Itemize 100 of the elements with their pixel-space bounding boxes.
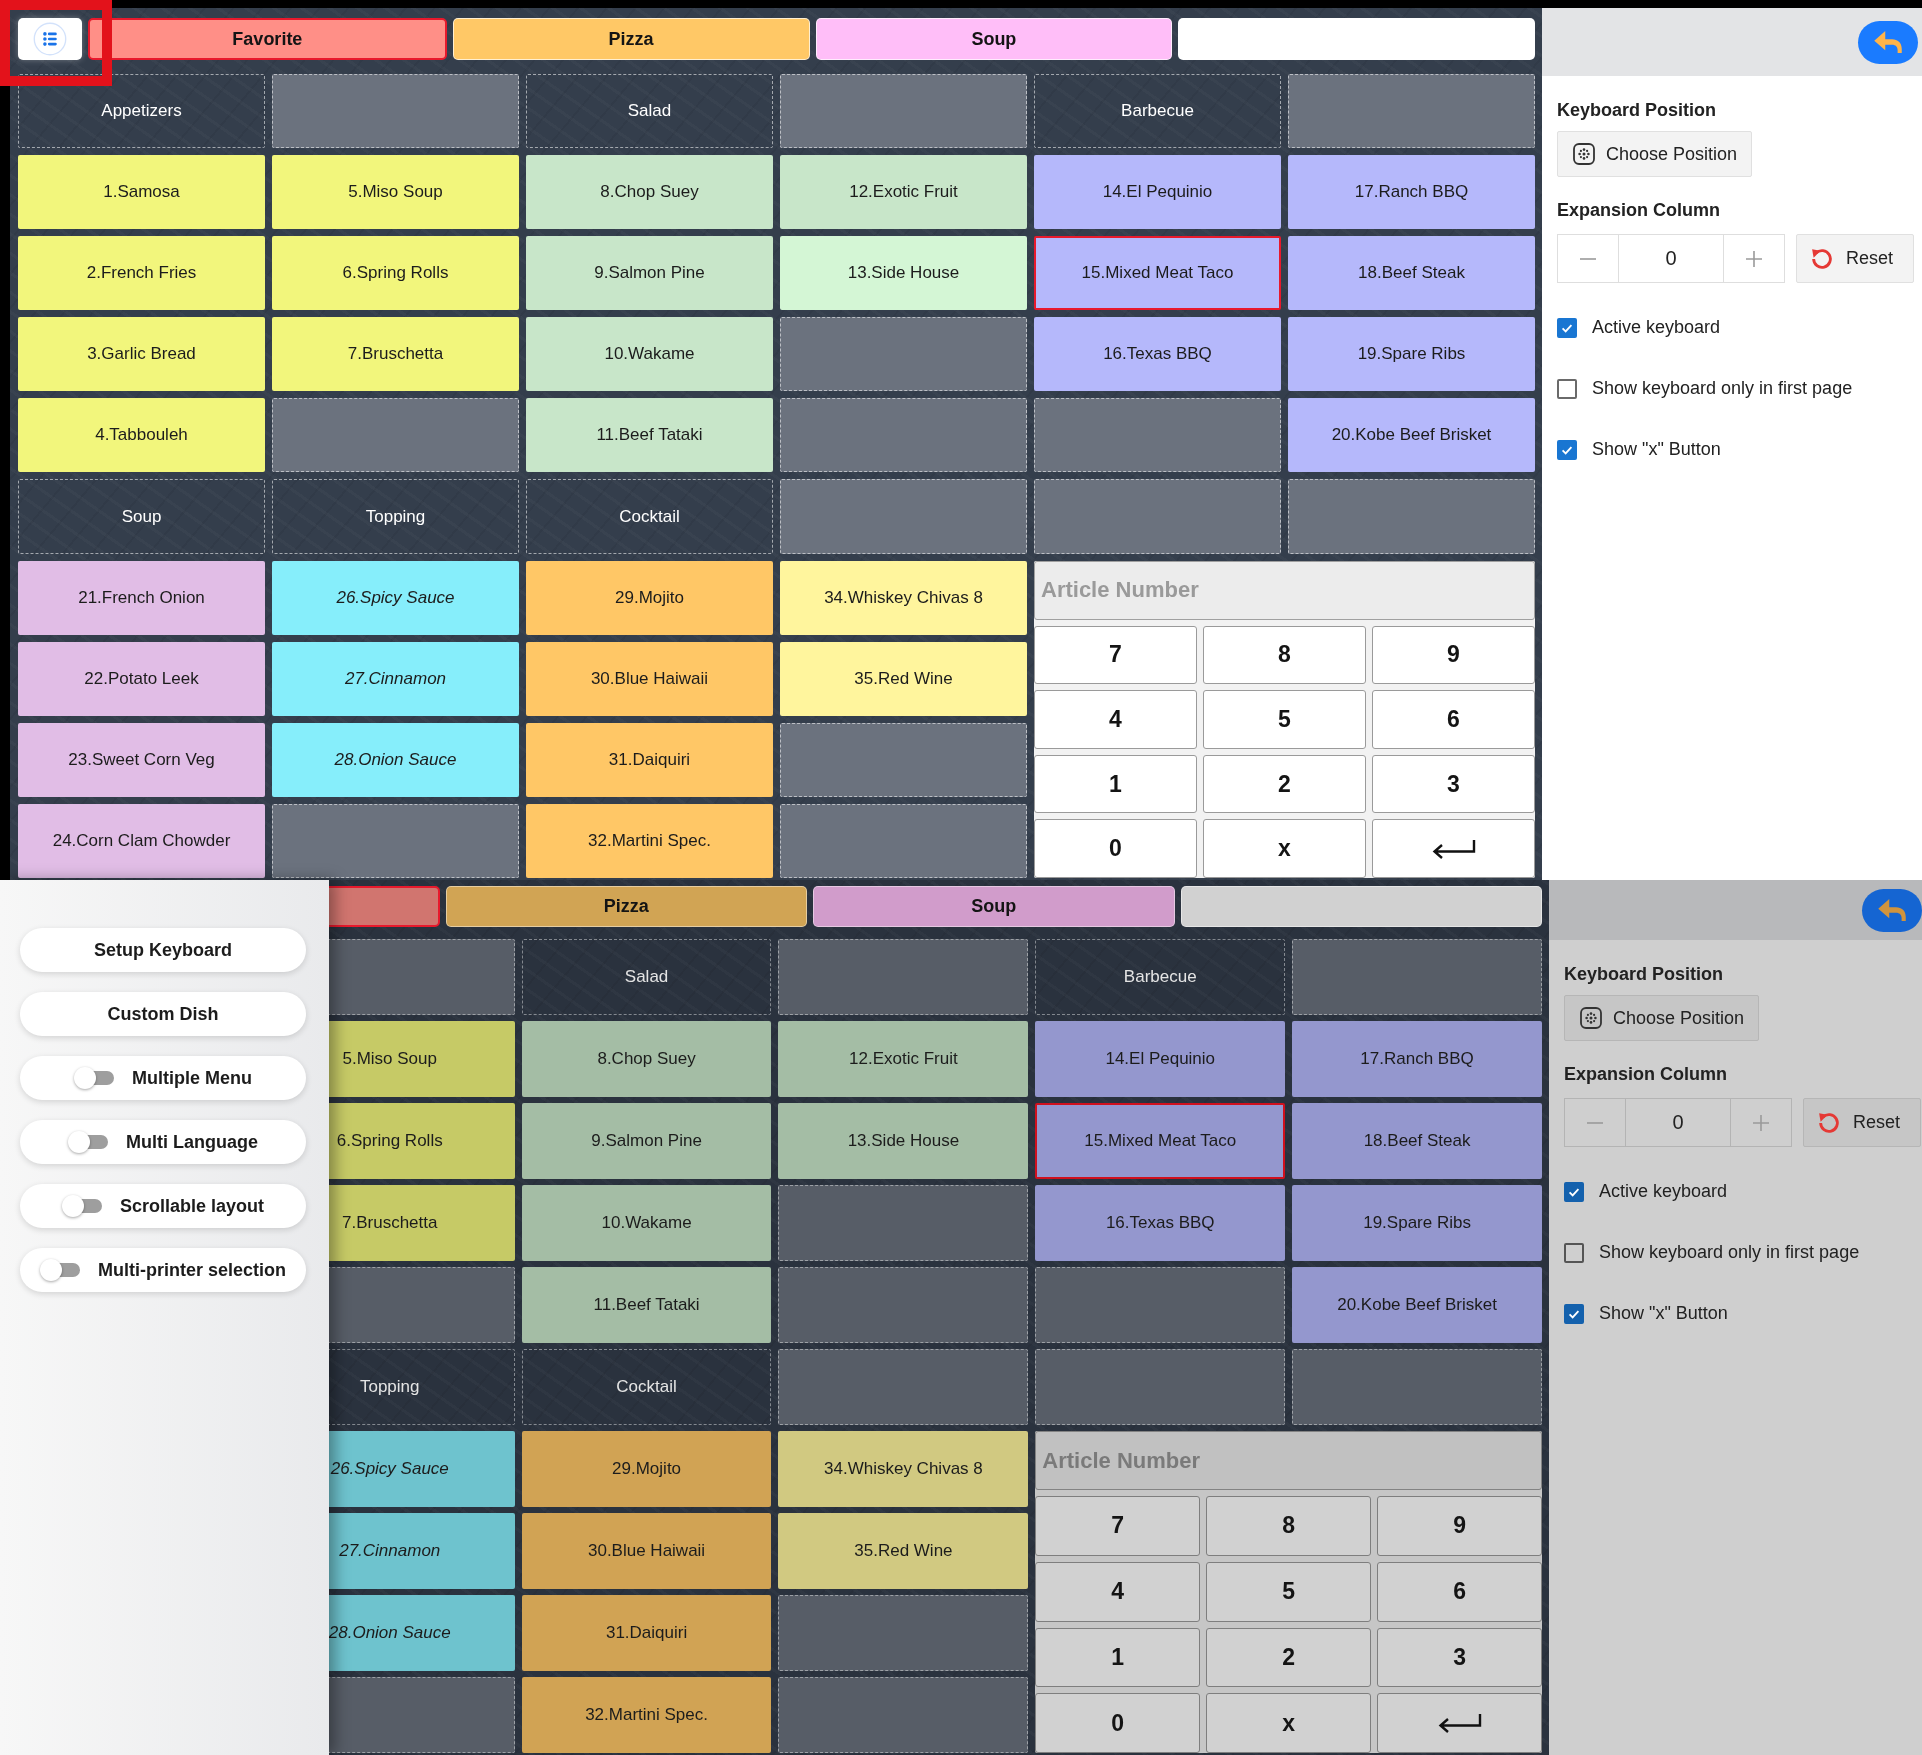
drawer-menu-item[interactable]: Multi-printer selection xyxy=(20,1248,306,1292)
dish-button[interactable]: 21.French Onion xyxy=(18,560,265,635)
dish-button[interactable]: 20.Kobe Beef Brisket xyxy=(1292,1267,1542,1343)
dish-button[interactable]: 30.Blue Haiwaii xyxy=(521,1513,772,1589)
category-header[interactable]: Cocktail xyxy=(521,1349,772,1425)
drawer-menu-item[interactable]: Multi Language xyxy=(20,1120,306,1164)
dish-button[interactable]: 18.Beef Steak xyxy=(1292,1103,1542,1179)
dish-button[interactable]: 7.Bruschetta xyxy=(272,317,519,392)
category-header[interactable]: Salad xyxy=(526,74,773,149)
reset-button[interactable]: Reset xyxy=(1796,234,1914,283)
dish-button[interactable]: 20.Kobe Beef Brisket xyxy=(1288,398,1535,473)
dish-button[interactable]: 17.Ranch BBQ xyxy=(1292,1021,1542,1097)
dish-button[interactable]: 6.Spring Rolls xyxy=(272,236,519,311)
checkbox[interactable] xyxy=(1557,378,1577,399)
dish-button[interactable]: 34.Whiskey Chivas 8 xyxy=(778,1431,1029,1507)
dish-button[interactable]: 15.Mixed Meat Taco xyxy=(1035,1103,1286,1179)
keypad-key[interactable]: 9 xyxy=(1377,1496,1542,1556)
category-tab[interactable]: Favorite xyxy=(88,18,447,60)
dish-button[interactable]: 9.Salmon Pine xyxy=(521,1103,772,1179)
dish-button[interactable]: 29.Mojito xyxy=(526,560,773,635)
drawer-menu-item[interactable]: Setup Keyboard xyxy=(20,928,306,972)
dish-button[interactable]: 19.Spare Ribs xyxy=(1288,317,1535,392)
keypad-key[interactable]: 8 xyxy=(1206,1496,1372,1556)
dish-button[interactable]: 24.Corn Clam Chowder xyxy=(18,803,265,878)
checkbox[interactable] xyxy=(1564,1303,1584,1324)
dish-button[interactable]: 16.Texas BBQ xyxy=(1034,317,1281,392)
dish-button[interactable]: 5.Miso Soup xyxy=(272,155,519,230)
dish-button[interactable]: 35.Red Wine xyxy=(778,1513,1029,1589)
dish-button[interactable]: 14.El Pequinio xyxy=(1035,1021,1286,1097)
keypad-key[interactable]: 3 xyxy=(1377,1627,1542,1688)
dish-button[interactable]: 32.Martini Spec. xyxy=(521,1677,772,1753)
back-button[interactable] xyxy=(1862,888,1922,932)
category-header[interactable]: Barbecue xyxy=(1035,939,1286,1015)
back-button[interactable] xyxy=(1858,20,1918,64)
toggle-switch[interactable] xyxy=(74,1067,114,1089)
dish-button[interactable]: 9.Salmon Pine xyxy=(526,236,773,311)
dish-button[interactable]: 11.Beef Tataki xyxy=(526,398,773,473)
keypad-key[interactable]: 3 xyxy=(1372,754,1535,814)
number-stepper[interactable]: 0 xyxy=(1557,234,1785,283)
dish-button[interactable]: 17.Ranch BBQ xyxy=(1288,155,1535,230)
keypad-key[interactable]: 0 xyxy=(1034,819,1197,878)
category-header[interactable]: Topping xyxy=(272,479,519,554)
keypad-key[interactable]: x xyxy=(1203,819,1366,878)
keypad-key[interactable]: x xyxy=(1206,1693,1372,1753)
choose-position-button[interactable]: Choose Position xyxy=(1564,995,1760,1041)
category-header[interactable]: Salad xyxy=(521,939,772,1015)
dish-button[interactable]: 16.Texas BBQ xyxy=(1035,1185,1286,1261)
keypad-key[interactable]: 0 xyxy=(1035,1693,1201,1753)
dish-button[interactable]: 11.Beef Tataki xyxy=(521,1267,772,1343)
dish-button[interactable]: 28.Onion Sauce xyxy=(272,722,519,797)
choose-position-button[interactable]: Choose Position xyxy=(1557,131,1753,177)
dish-button[interactable]: 32.Martini Spec. xyxy=(526,803,773,878)
keypad-key[interactable]: 4 xyxy=(1035,1561,1201,1622)
category-tab[interactable]: Soup xyxy=(813,886,1175,927)
dish-button[interactable]: 19.Spare Ribs xyxy=(1292,1185,1542,1261)
drawer-menu-item[interactable]: Scrollable layout xyxy=(20,1184,306,1228)
keypad-key[interactable]: 6 xyxy=(1377,1561,1542,1622)
keypad-key[interactable]: 7 xyxy=(1035,1496,1201,1556)
menu-button[interactable] xyxy=(18,18,82,60)
dish-button[interactable]: 12.Exotic Fruit xyxy=(778,1021,1029,1097)
column-count-field[interactable]: 0 xyxy=(1625,1099,1731,1146)
keypad-key[interactable]: 1 xyxy=(1035,1627,1201,1688)
checkbox[interactable] xyxy=(1564,1242,1584,1263)
enter-key[interactable] xyxy=(1377,1693,1542,1753)
dish-button[interactable]: 22.Potato Leek xyxy=(18,641,265,716)
checkbox[interactable] xyxy=(1557,439,1577,460)
dish-button[interactable]: 12.Exotic Fruit xyxy=(780,155,1027,230)
dish-button[interactable]: 3.Garlic Bread xyxy=(18,317,265,392)
category-header[interactable]: Appetizers xyxy=(18,74,265,149)
toggle-switch[interactable] xyxy=(40,1259,80,1281)
dish-button[interactable]: 23.Sweet Corn Veg xyxy=(18,722,265,797)
drawer-menu-item[interactable]: Multiple Menu xyxy=(20,1056,306,1100)
keypad-key[interactable]: 9 xyxy=(1372,625,1535,685)
dish-button[interactable]: 18.Beef Steak xyxy=(1288,236,1535,311)
keypad-key[interactable]: 2 xyxy=(1203,754,1366,814)
dish-button[interactable]: 10.Wakame xyxy=(526,317,773,392)
toggle-switch[interactable] xyxy=(68,1131,108,1153)
dish-button[interactable]: 8.Chop Suey xyxy=(521,1021,772,1097)
keypad-key[interactable]: 5 xyxy=(1206,1561,1372,1622)
column-count-field[interactable]: 0 xyxy=(1618,235,1724,282)
keypad-key[interactable]: 6 xyxy=(1372,690,1535,749)
article-number-field[interactable]: Article Number xyxy=(1034,560,1535,620)
dish-button[interactable]: 2.French Fries xyxy=(18,236,265,311)
dish-button[interactable]: 27.Cinnamon xyxy=(272,641,519,716)
category-header[interactable]: Barbecue xyxy=(1034,74,1281,149)
keypad-key[interactable]: 4 xyxy=(1034,690,1197,749)
keypad-key[interactable]: 7 xyxy=(1034,625,1197,685)
keypad-key[interactable]: 2 xyxy=(1206,1627,1372,1688)
dish-button[interactable]: 26.Spicy Sauce xyxy=(272,560,519,635)
category-tab[interactable]: Pizza xyxy=(445,886,807,927)
category-header[interactable]: Soup xyxy=(18,479,265,554)
category-tab[interactable]: Pizza xyxy=(452,18,810,60)
enter-key[interactable] xyxy=(1372,819,1535,878)
dish-button[interactable]: 8.Chop Suey xyxy=(526,155,773,230)
toggle-switch[interactable] xyxy=(61,1195,102,1217)
dish-button[interactable]: 35.Red Wine xyxy=(780,641,1027,716)
checkbox[interactable] xyxy=(1557,317,1577,338)
dish-button[interactable]: 31.Daiquiri xyxy=(526,722,773,797)
dish-button[interactable]: 4.Tabbouleh xyxy=(18,398,265,473)
dish-button[interactable]: 30.Blue Haiwaii xyxy=(526,641,773,716)
